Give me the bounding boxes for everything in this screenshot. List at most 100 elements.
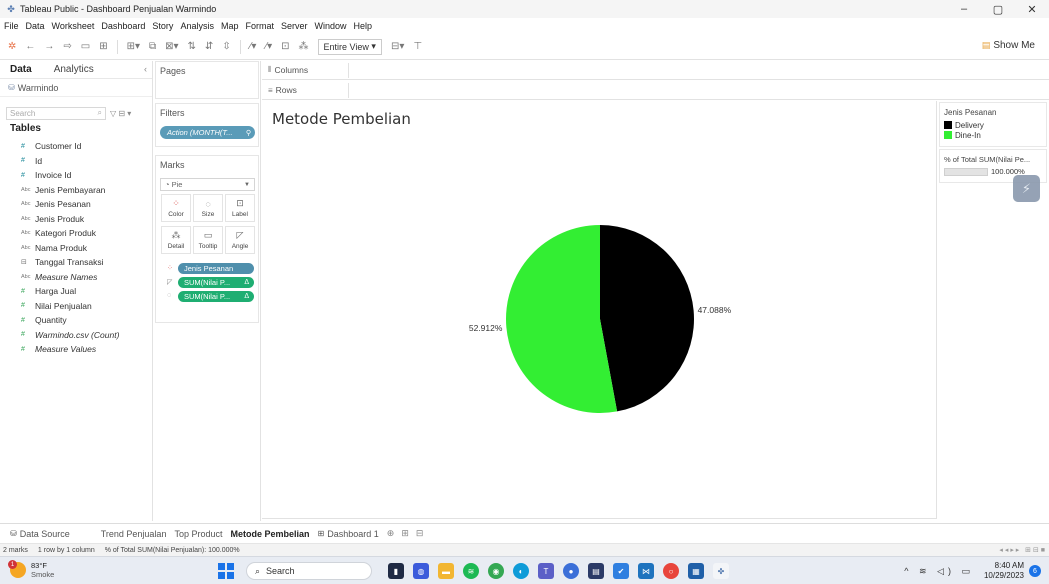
store-icon[interactable]: ▤ — [588, 563, 604, 579]
chrome-icon[interactable]: ◉ — [488, 563, 504, 579]
field-item[interactable]: Abc Jenis Pesanan — [0, 197, 153, 212]
rows-drop-area[interactable] — [348, 83, 1047, 98]
pie-slice-delivery[interactable] — [600, 225, 694, 412]
teams-icon[interactable]: T — [538, 563, 554, 579]
tab-analytics[interactable]: Analytics — [54, 64, 94, 75]
legend-item-dine-in[interactable]: Dine-In — [940, 130, 1046, 140]
menu-map[interactable]: Map — [221, 21, 239, 31]
field-item[interactable]: Abc Measure Names — [0, 270, 153, 285]
filter-pill[interactable]: Action (MONTH(T... ⚲ — [160, 126, 255, 139]
clock[interactable]: 8:40 AM 10/29/2023 — [984, 561, 1024, 581]
menu-analysis[interactable]: Analysis — [180, 21, 214, 31]
field-item[interactable]: ⊟ Tanggal Transaksi — [0, 255, 153, 270]
chat-icon[interactable]: ◍ — [413, 563, 429, 579]
field-item[interactable]: Abc Nama Produk — [0, 241, 153, 256]
task-view-icon[interactable]: ▮ — [388, 563, 404, 579]
new-worksheet-icon[interactable]: ⊕ — [387, 528, 395, 539]
field-item[interactable]: Abc Kategori Produk — [0, 226, 153, 241]
detail-button[interactable]: ⁂ Detail — [161, 226, 191, 254]
mark-type-select[interactable]: ◔ Pie ▼ — [160, 178, 255, 191]
field-item[interactable]: # Nilai Penjualan — [0, 299, 153, 314]
new-datasource-icon[interactable]: ⊞ — [99, 41, 107, 52]
floating-assistant-icon[interactable]: ⚡ — [1013, 175, 1040, 202]
weather-widget[interactable]: 1 83°F Smoke — [8, 560, 54, 579]
checkmark-app-icon[interactable]: ✔ — [613, 563, 629, 579]
menu-help[interactable]: Help — [354, 21, 373, 31]
menu-data[interactable]: Data — [26, 21, 45, 31]
tableau-app-icon[interactable]: ✤ — [713, 563, 729, 579]
tab-top-product[interactable]: Top Product — [174, 529, 222, 539]
tableau-logo-icon[interactable]: ✲ — [8, 41, 16, 52]
swap-icon[interactable]: ⇅ — [188, 41, 196, 52]
menu-format[interactable]: Format — [245, 21, 274, 31]
legend-item-delivery[interactable]: Delivery — [940, 120, 1046, 130]
opera-icon[interactable]: ○ — [663, 563, 679, 579]
filters-card[interactable]: Filters Action (MONTH(T... ⚲ — [155, 103, 259, 147]
tab-data[interactable]: Data — [10, 64, 32, 75]
field-search-input[interactable]: Search ⌕ — [6, 106, 106, 120]
notification-badge[interactable]: 6 — [1029, 565, 1041, 577]
pages-card[interactable]: Pages — [155, 61, 259, 99]
sort-desc-icon[interactable]: ⇳ — [222, 41, 230, 52]
back-icon[interactable]: ← — [25, 41, 35, 52]
tab-metode-pembelian[interactable]: Metode Pembelian — [230, 529, 309, 539]
filter-fields-icon[interactable]: ▽ ⊟ ▾ — [110, 109, 131, 118]
menu-worksheet[interactable]: Worksheet — [52, 21, 95, 31]
datasource-item[interactable]: ⛁ Warmindo — [0, 79, 152, 97]
spotify-icon[interactable]: ≋ — [463, 563, 479, 579]
tab-trend-penjualan[interactable]: Trend Penjualan — [101, 529, 167, 539]
fit-select[interactable]: Entire View ▾ — [317, 38, 382, 55]
new-story-icon[interactable]: ⊟ — [416, 528, 424, 539]
file-explorer-icon[interactable]: ▬ — [438, 563, 454, 579]
outlook-icon[interactable]: ▦ — [688, 563, 704, 579]
field-item[interactable]: # Quantity — [0, 313, 153, 328]
messenger-icon[interactable]: ● — [563, 563, 579, 579]
menu-dashboard[interactable]: Dashboard — [101, 21, 145, 31]
windows-start-icon[interactable] — [218, 563, 234, 579]
show-me-button[interactable]: ▤ Show Me — [982, 40, 1035, 51]
menu-window[interactable]: Window — [315, 21, 347, 31]
edge-icon[interactable]: ◐ — [513, 563, 529, 579]
presentation-icon[interactable]: ⊤ — [413, 41, 422, 52]
columns-drop-area[interactable] — [348, 63, 1047, 78]
angle-button[interactable]: ◸ Angle — [225, 226, 255, 254]
new-dashboard-icon[interactable]: ⊞ — [401, 528, 409, 539]
clear-sheet-icon[interactable]: ⊠▾ — [165, 41, 178, 52]
group-icon[interactable]: ⁄▾ — [265, 41, 272, 52]
maximize-button[interactable]: ▢ — [981, 0, 1015, 18]
label-icon[interactable]: ⊡ — [281, 41, 289, 52]
menu-story[interactable]: Story — [152, 21, 173, 31]
tray-icons[interactable]: ^ ≋ ◁) ▭ — [904, 566, 974, 577]
highlight-icon[interactable]: ⁄▾ — [250, 41, 257, 52]
pin-icon[interactable]: ⁂ — [299, 41, 309, 52]
sort-asc-icon[interactable]: ⇵ — [205, 41, 213, 52]
size-button[interactable]: ◌ Size — [193, 194, 223, 222]
color-button[interactable]: ⁘ Color — [161, 194, 191, 222]
menu-file[interactable]: File — [4, 21, 19, 31]
new-worksheet-icon[interactable]: ⊞▾ — [127, 41, 140, 52]
field-item[interactable]: # Id — [0, 154, 153, 169]
sheet-nav-icon[interactable]: ◂ ◂ ▸ ▸ ⊞ ⊟ ■ — [999, 546, 1045, 554]
field-item[interactable]: # Customer Id — [0, 139, 153, 154]
field-item[interactable]: Abc Jenis Produk — [0, 212, 153, 227]
duplicate-icon[interactable]: ⧉ — [149, 41, 156, 52]
show-cards-icon[interactable]: ⊟▾ — [391, 41, 404, 52]
tooltip-button[interactable]: ▭ Tooltip — [193, 226, 223, 254]
tab-dashboard-1[interactable]: ⊞ Dashboard 1 — [318, 529, 379, 539]
label-button[interactable]: ⊡ Label — [225, 194, 255, 222]
forward-icon[interactable]: → — [44, 41, 54, 52]
redo-icon[interactable]: ⇨ — [63, 41, 71, 52]
field-item[interactable]: Abc Jenis Pembayaran — [0, 183, 153, 198]
collapse-icon[interactable]: ‹ — [144, 64, 147, 74]
taskbar-search[interactable]: ⌕ Search — [246, 562, 372, 580]
save-icon[interactable]: ▭ — [81, 41, 90, 52]
mark-pill-color[interactable]: Jenis Pesanan — [178, 263, 254, 274]
field-item[interactable]: # Invoice Id — [0, 168, 153, 183]
mark-pill-angle[interactable]: SUM(Nilai P... Δ — [178, 277, 254, 288]
field-item[interactable]: # Harga Jual — [0, 284, 153, 299]
tab-data-source[interactable]: ⛁ Data Source — [10, 529, 70, 539]
minimize-button[interactable]: – — [947, 0, 981, 18]
mark-pill-size[interactable]: SUM(Nilai P... Δ — [178, 291, 254, 302]
menu-server[interactable]: Server — [281, 21, 308, 31]
field-item[interactable]: # Warmindo.csv (Count) — [0, 328, 153, 343]
